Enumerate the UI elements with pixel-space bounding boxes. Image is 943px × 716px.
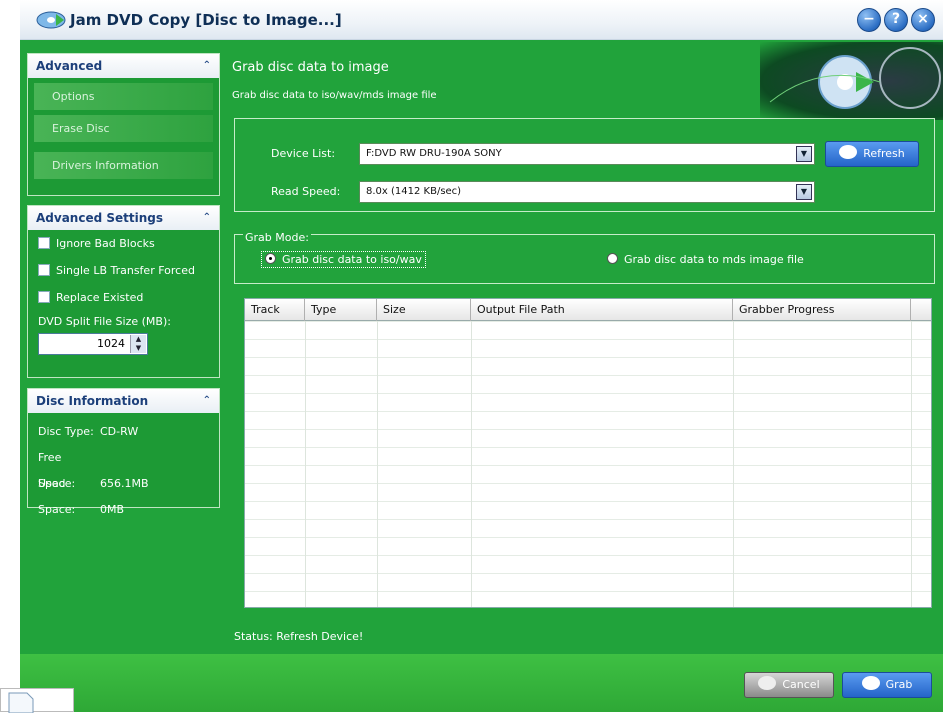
- used-space-row: Used Space: 0MB: [28, 471, 219, 516]
- document-icon: [0, 688, 74, 714]
- column-header-output-path[interactable]: Output File Path: [471, 299, 733, 321]
- info-label: Disc Type:: [38, 425, 94, 438]
- disc-type-row: Disc Type: CD-RW: [28, 419, 219, 445]
- title-bar: Jam DVD Copy [Disc to Image...] − ? ×: [20, 0, 943, 40]
- column-header-track[interactable]: Track: [245, 299, 305, 321]
- single-lb-transfer-checkbox[interactable]: [38, 264, 50, 276]
- refresh-icon: [839, 145, 858, 159]
- device-list-label: Device List:: [271, 147, 336, 160]
- split-size-input[interactable]: 1024 ▲ ▼: [38, 333, 148, 355]
- info-label: Used Space:: [38, 477, 76, 516]
- read-speed-label: Read Speed:: [271, 185, 341, 198]
- chevron-down-icon[interactable]: ▼: [796, 184, 812, 200]
- track-table: Track Type Size Output File Path Grabber…: [244, 298, 932, 608]
- replace-existed-option[interactable]: Replace Existed: [28, 284, 219, 311]
- status-text: Status: Refresh Device!: [234, 630, 364, 643]
- grab-button[interactable]: Grab: [842, 672, 932, 698]
- app-disc-icon: [36, 11, 66, 29]
- split-size-label: DVD Split File Size (MB):: [38, 315, 171, 328]
- device-list-dropdown[interactable]: F:DVD RW DRU-190A SONY ▼: [359, 143, 815, 165]
- grab-mds-option[interactable]: Grab disc data to mds image file: [607, 253, 804, 266]
- checkbox-label: Ignore Bad Blocks: [56, 237, 155, 250]
- read-speed-dropdown[interactable]: 8.0x (1412 KB/sec) ▼: [359, 181, 815, 203]
- info-value: 0MB: [100, 503, 125, 516]
- column-header-progress[interactable]: Grabber Progress: [733, 299, 911, 321]
- refresh-button[interactable]: Refresh: [825, 141, 919, 167]
- disc-information-title: Disc Information: [36, 394, 149, 408]
- nav-item-label: Drivers Information: [52, 159, 159, 172]
- page-subtitle: Grab disc data to iso/wav/mds image file: [232, 90, 437, 101]
- radio-label: Grab disc data to iso/wav: [282, 253, 422, 266]
- nav-item-label: Options: [52, 90, 95, 103]
- column-header-type[interactable]: Type: [305, 299, 377, 321]
- info-value: CD-RW: [100, 425, 139, 438]
- page-title: Grab disc data to image: [232, 60, 389, 75]
- app-window: Jam DVD Copy [Disc to Image...] − ? × Ad…: [20, 0, 943, 712]
- grab-mode-label: Grab Mode:: [243, 231, 311, 244]
- advanced-panel-title: Advanced: [36, 59, 103, 73]
- advanced-settings-panel: Advanced Settings ⌃ Ignore Bad Blocks Si…: [27, 205, 220, 378]
- nav-item-erase-disc[interactable]: Erase Disc: [34, 115, 213, 142]
- grab-mds-radio[interactable]: [607, 253, 618, 264]
- minimize-button[interactable]: −: [857, 8, 881, 32]
- collapse-icon[interactable]: ⌃: [203, 54, 211, 78]
- cancel-icon: [758, 676, 777, 690]
- collapse-icon[interactable]: ⌃: [203, 206, 211, 230]
- table-header: Track Type Size Output File Path Grabber…: [245, 299, 931, 321]
- cancel-label: Cancel: [782, 678, 820, 691]
- column-header-size[interactable]: Size: [377, 299, 471, 321]
- grab-icon: [861, 676, 880, 690]
- radio-label: Grab disc data to mds image file: [624, 253, 804, 266]
- grab-mode-group: Grab Mode: Grab disc data to iso/wav Gra…: [234, 231, 935, 284]
- disc-art-icon: [769, 47, 941, 109]
- cancel-button[interactable]: Cancel: [744, 672, 834, 698]
- grab-iso-wav-option[interactable]: Grab disc data to iso/wav: [261, 251, 426, 268]
- spin-buttons[interactable]: ▲ ▼: [130, 335, 146, 353]
- split-size-value: 1024: [97, 337, 125, 350]
- close-button[interactable]: ×: [911, 8, 935, 32]
- ignore-bad-blocks-checkbox[interactable]: [38, 237, 50, 249]
- advanced-settings-title: Advanced Settings: [36, 211, 164, 225]
- table-body[interactable]: [245, 321, 931, 607]
- device-list-value: F:DVD RW DRU-190A SONY: [366, 148, 502, 159]
- replace-existed-checkbox[interactable]: [38, 291, 50, 303]
- advanced-panel: Advanced ⌃ Options Erase Disc Drivers In…: [27, 53, 220, 196]
- disc-information-panel: Disc Information ⌃ Disc Type: CD-RW Free …: [27, 388, 220, 516]
- collapse-icon[interactable]: ⌃: [203, 389, 211, 413]
- single-lb-transfer-option[interactable]: Single LB Transfer Forced: [28, 257, 219, 284]
- grab-label: Grab: [885, 678, 913, 691]
- help-button[interactable]: ?: [884, 8, 908, 32]
- disc-information-header[interactable]: Disc Information ⌃: [28, 389, 219, 413]
- chevron-down-icon[interactable]: ▼: [796, 146, 812, 162]
- free-space-row: Free Space: 656.1MB: [28, 445, 219, 490]
- nav-item-label: Erase Disc: [52, 122, 110, 135]
- grab-iso-wav-radio[interactable]: [265, 253, 276, 264]
- checkbox-label: Single LB Transfer Forced: [56, 264, 195, 277]
- device-group: Device List: F:DVD RW DRU-190A SONY ▼ Re…: [234, 118, 935, 212]
- ignore-bad-blocks-option[interactable]: Ignore Bad Blocks: [28, 230, 219, 257]
- window-title: Jam DVD Copy [Disc to Image...]: [70, 11, 342, 29]
- checkbox-label: Replace Existed: [56, 291, 144, 304]
- advanced-settings-header[interactable]: Advanced Settings ⌃: [28, 206, 219, 230]
- advanced-panel-header[interactable]: Advanced ⌃: [28, 54, 219, 78]
- read-speed-value: 8.0x (1412 KB/sec): [366, 186, 462, 197]
- nav-item-options[interactable]: Options: [34, 83, 213, 110]
- document-shape: [8, 692, 34, 714]
- banner-graphic: [760, 42, 943, 120]
- refresh-label: Refresh: [863, 147, 905, 160]
- bottom-bar: Cancel Grab: [20, 654, 943, 712]
- nav-item-drivers-information[interactable]: Drivers Information: [34, 152, 213, 179]
- split-size-stepper: 1024 ▲ ▼: [28, 333, 219, 359]
